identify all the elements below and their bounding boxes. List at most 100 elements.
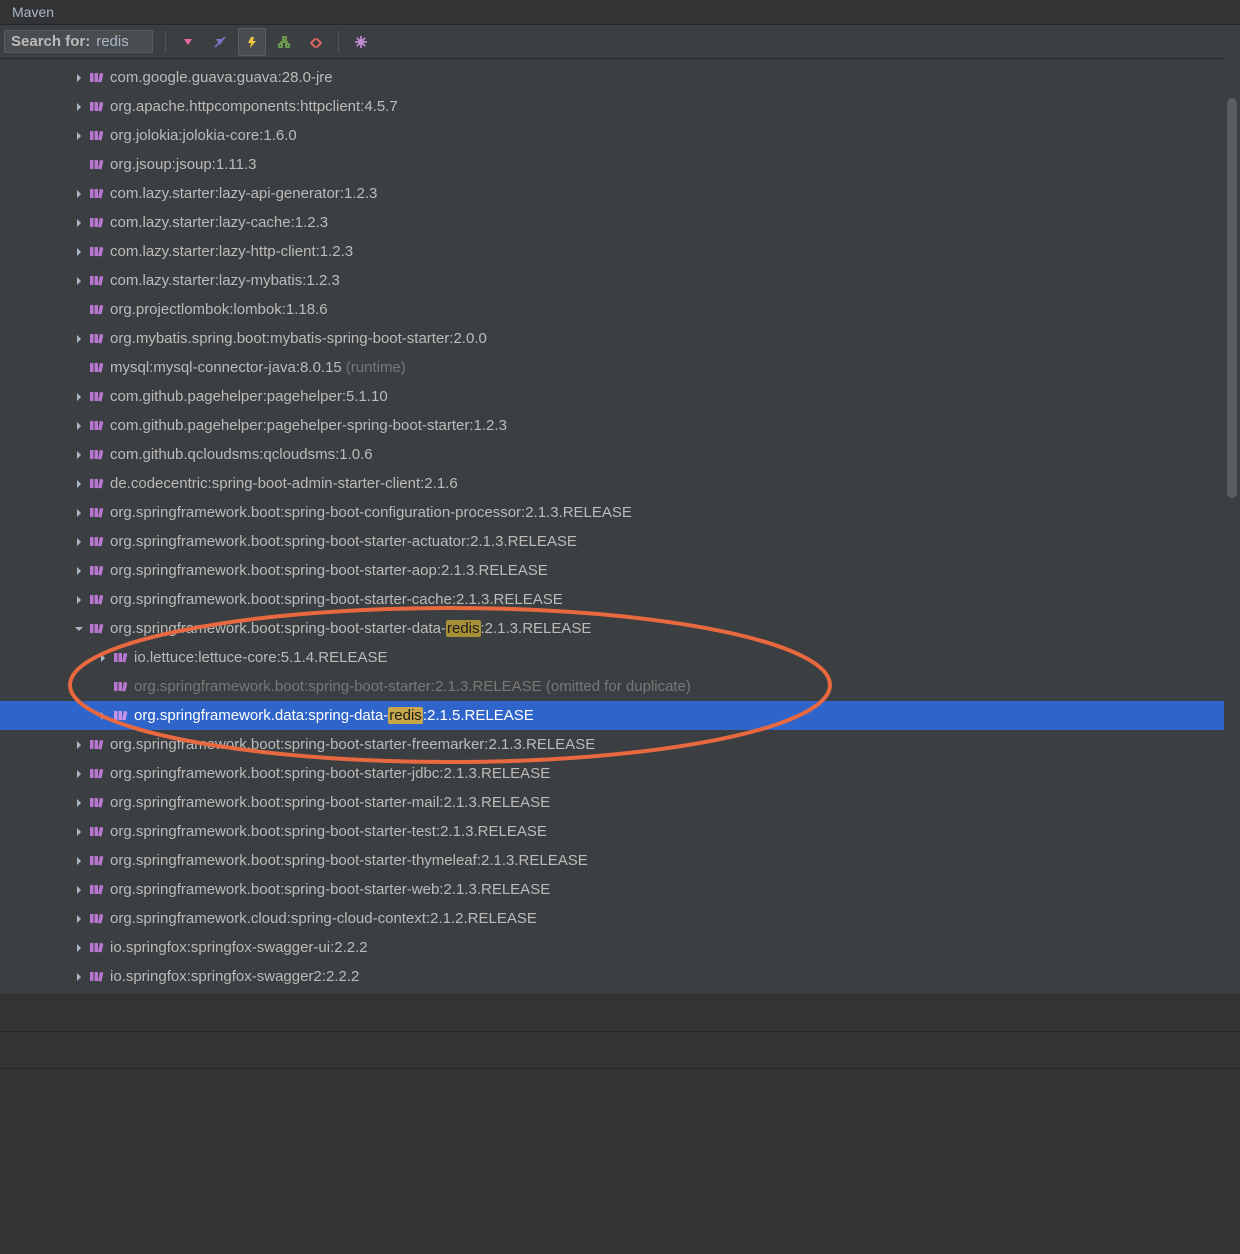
- library-icon: [88, 621, 104, 637]
- tree-row[interactable]: com.github.pagehelper:pagehelper:5.1.10: [0, 382, 1240, 411]
- tree-row[interactable]: org.springframework.boot:spring-boot-sta…: [0, 759, 1240, 788]
- tree-item-label: org.springframework.boot:spring-boot-sta…: [110, 533, 577, 550]
- tree-row[interactable]: org.springframework.boot:spring-boot-con…: [0, 498, 1240, 527]
- tree-row[interactable]: org.projectlombok:lombok:1.18.6: [0, 295, 1240, 324]
- tree-row[interactable]: com.github.qcloudsms:qcloudsms:1.0.6: [0, 440, 1240, 469]
- chevron-right-icon[interactable]: [72, 535, 86, 549]
- tree-row[interactable]: org.springframework.boot:spring-boot-sta…: [0, 585, 1240, 614]
- tree-item-label: com.google.guava:guava:28.0-jre: [110, 69, 333, 86]
- tree-row[interactable]: org.mybatis.spring.boot:mybatis-spring-b…: [0, 324, 1240, 353]
- shelf-row: [0, 1032, 1240, 1069]
- tree-item-label: org.apache.httpcomponents:httpclient:4.5…: [110, 98, 398, 115]
- toolbar-collapse-icon[interactable]: [302, 28, 330, 56]
- chevron-right-icon[interactable]: [72, 796, 86, 810]
- tree-item-label: org.springframework.boot:spring-boot-con…: [110, 504, 632, 521]
- tree-row[interactable]: mysql:mysql-connector-java:8.0.15(runtim…: [0, 353, 1240, 382]
- chevron-right-icon[interactable]: [72, 448, 86, 462]
- chevron-right-icon[interactable]: [72, 332, 86, 346]
- tree-row[interactable]: org.springframework.boot:spring-boot-sta…: [0, 527, 1240, 556]
- tree-row[interactable]: com.lazy.starter:lazy-http-client:1.2.3: [0, 237, 1240, 266]
- toolbar-gear-icon[interactable]: [347, 28, 375, 56]
- chevron-placeholder: [72, 361, 86, 375]
- tree-row[interactable]: io.springfox:springfox-swagger-ui:2.2.2: [0, 933, 1240, 962]
- toolbar-lightning-icon[interactable]: [238, 28, 266, 56]
- tree-item-label: com.github.qcloudsms:qcloudsms:1.0.6: [110, 446, 373, 463]
- toolbar: Search for: redis: [0, 25, 1240, 59]
- tree-item-label: de.codecentric:spring-boot-admin-starter…: [110, 475, 458, 492]
- tree-item-label: com.lazy.starter:lazy-api-generator:1.2.…: [110, 185, 377, 202]
- chevron-right-icon[interactable]: [72, 506, 86, 520]
- tree-row[interactable]: com.google.guava:guava:28.0-jre: [0, 63, 1240, 92]
- tree-row[interactable]: org.springframework.boot:spring-boot-sta…: [0, 875, 1240, 904]
- tree-row[interactable]: de.codecentric:spring-boot-admin-starter…: [0, 469, 1240, 498]
- chevron-right-icon[interactable]: [72, 187, 86, 201]
- chevron-right-icon[interactable]: [72, 738, 86, 752]
- search-box[interactable]: Search for: redis: [4, 30, 153, 53]
- chevron-right-icon[interactable]: [72, 970, 86, 984]
- tree-row[interactable]: com.github.pagehelper:pagehelper-spring-…: [0, 411, 1240, 440]
- chevron-right-icon[interactable]: [96, 709, 110, 723]
- chevron-right-icon[interactable]: [72, 419, 86, 433]
- toolbar-hierarchy-icon[interactable]: [270, 28, 298, 56]
- tree-row[interactable]: org.springframework.boot:spring-boot-sta…: [0, 614, 1240, 643]
- chevron-right-icon[interactable]: [72, 71, 86, 85]
- tree-row[interactable]: com.lazy.starter:lazy-api-generator:1.2.…: [0, 179, 1240, 208]
- chevron-right-icon[interactable]: [72, 767, 86, 781]
- chevron-right-icon[interactable]: [72, 883, 86, 897]
- chevron-right-icon[interactable]: [72, 941, 86, 955]
- tree-row[interactable]: org.springframework.data:spring-data-red…: [0, 701, 1240, 730]
- scrollbar-thumb[interactable]: [1227, 98, 1237, 498]
- tree-row[interactable]: org.springframework.boot:spring-boot-sta…: [0, 788, 1240, 817]
- chevron-right-icon[interactable]: [72, 593, 86, 607]
- tree-row[interactable]: com.lazy.starter:lazy-mybatis:1.2.3: [0, 266, 1240, 295]
- tree-item-label: org.springframework.boot:spring-boot-sta…: [110, 736, 595, 753]
- tree-row[interactable]: io.lettuce:lettuce-core:5.1.4.RELEASE: [0, 643, 1240, 672]
- chevron-right-icon[interactable]: [72, 390, 86, 404]
- chevron-down-icon[interactable]: [72, 622, 86, 636]
- tree-item-label: com.lazy.starter:lazy-mybatis:1.2.3: [110, 272, 340, 289]
- library-icon: [88, 853, 104, 869]
- tree-row[interactable]: org.springframework.boot:spring-boot-sta…: [0, 817, 1240, 846]
- chevron-right-icon[interactable]: [72, 477, 86, 491]
- chevron-right-icon[interactable]: [72, 564, 86, 578]
- chevron-right-icon[interactable]: [72, 216, 86, 230]
- toolbar-pink-down-icon[interactable]: [174, 28, 202, 56]
- search-label: Search for:: [11, 33, 90, 50]
- tree-row[interactable]: io.springfox:springfox-swagger2:2.2.2: [0, 962, 1240, 991]
- library-icon: [88, 244, 104, 260]
- tree-row[interactable]: org.springframework.boot:spring-boot-sta…: [0, 846, 1240, 875]
- tree-item-label: org.projectlombok:lombok:1.18.6: [110, 301, 328, 318]
- library-icon: [88, 99, 104, 115]
- tree-item-label: io.springfox:springfox-swagger-ui:2.2.2: [110, 939, 368, 956]
- library-icon: [88, 882, 104, 898]
- tree-row[interactable]: org.apache.httpcomponents:httpclient:4.5…: [0, 92, 1240, 121]
- toolbar-purple-down-off-icon[interactable]: [206, 28, 234, 56]
- tree-item-label: org.springframework.boot:spring-boot-sta…: [110, 852, 588, 869]
- chevron-right-icon[interactable]: [72, 825, 86, 839]
- tree-item-label: org.springframework.data:spring-data-red…: [134, 707, 534, 724]
- tree-row[interactable]: org.springframework.boot:spring-boot-sta…: [0, 730, 1240, 759]
- chevron-right-icon[interactable]: [72, 245, 86, 259]
- chevron-right-icon[interactable]: [72, 129, 86, 143]
- library-icon: [88, 215, 104, 231]
- library-icon: [88, 302, 104, 318]
- library-icon: [88, 969, 104, 985]
- library-icon: [88, 795, 104, 811]
- tree-row[interactable]: org.springframework.boot:spring-boot-sta…: [0, 556, 1240, 585]
- tree-row[interactable]: org.jsoup:jsoup:1.11.3: [0, 150, 1240, 179]
- tree-item-label: com.github.pagehelper:pagehelper-spring-…: [110, 417, 507, 434]
- tree-row[interactable]: org.jolokia:jolokia-core:1.6.0: [0, 121, 1240, 150]
- tree-item-label: org.springframework.boot:spring-boot-sta…: [110, 823, 547, 840]
- chevron-right-icon[interactable]: [72, 100, 86, 114]
- tree-item-label: org.jsoup:jsoup:1.11.3: [110, 156, 257, 173]
- chevron-right-icon[interactable]: [96, 651, 110, 665]
- chevron-right-icon[interactable]: [72, 912, 86, 926]
- tree-item-label: org.springframework.boot:spring-boot-sta…: [110, 765, 550, 782]
- library-icon: [88, 505, 104, 521]
- tree-row[interactable]: org.springframework.cloud:spring-cloud-c…: [0, 904, 1240, 933]
- chevron-right-icon[interactable]: [72, 854, 86, 868]
- tree-row[interactable]: com.lazy.starter:lazy-cache:1.2.3: [0, 208, 1240, 237]
- tree-row[interactable]: org.springframework.boot:spring-boot-sta…: [0, 672, 1240, 701]
- library-icon: [112, 708, 128, 724]
- chevron-right-icon[interactable]: [72, 274, 86, 288]
